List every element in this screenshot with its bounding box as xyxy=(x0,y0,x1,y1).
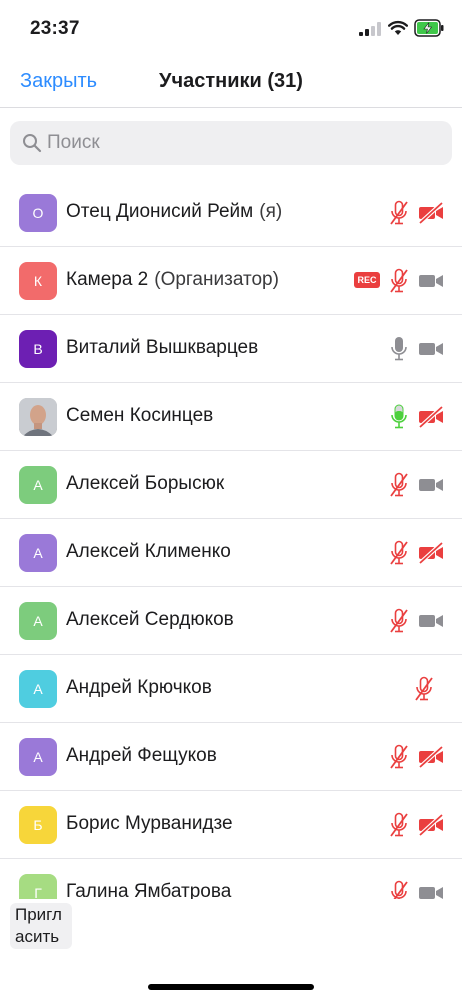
avatar: О xyxy=(19,194,57,232)
mic-muted-icon[interactable] xyxy=(389,267,409,295)
avatar: А xyxy=(19,534,57,572)
video-camera-icon[interactable] xyxy=(417,881,445,899)
status-time: 23:37 xyxy=(30,18,80,39)
battery-charging-icon xyxy=(414,19,444,37)
participant-row[interactable]: К Камера 2 (Организатор) REC xyxy=(0,247,462,315)
mic-muted-icon[interactable] xyxy=(389,199,409,227)
avatar: А xyxy=(19,602,57,640)
participant-list: О Отец Дионисий Рейм (я) К Камера 2 (Организа… xyxy=(0,179,462,899)
participant-row[interactable]: О Отец Дионисий Рейм (я) xyxy=(0,179,462,247)
participant-name-text: Камера 2 xyxy=(66,269,149,290)
home-indicator xyxy=(148,984,314,990)
avatar: А xyxy=(19,738,57,776)
video-off-icon[interactable] xyxy=(417,745,445,769)
mic-muted-icon[interactable] xyxy=(389,607,409,635)
participant-row[interactable]: А Алексей Сердюков xyxy=(0,587,462,655)
avatar: В xyxy=(19,330,57,368)
video-off-icon[interactable] xyxy=(417,201,445,225)
participant-name: Борис Мурванидзе xyxy=(66,813,233,835)
page-title: Участники (31) xyxy=(159,70,303,92)
mic-muted-icon[interactable] xyxy=(414,675,434,703)
search-box[interactable] xyxy=(10,121,452,165)
participant-name: Андрей Фещуков xyxy=(66,745,217,767)
mic-icon[interactable] xyxy=(389,335,409,363)
participant-name-text: Отец Дионисий Рейм xyxy=(66,201,254,222)
participant-name-text: Алексей Сердюков xyxy=(66,609,234,630)
navigation-bar: Закрыть Участники (31) xyxy=(0,58,462,108)
avatar xyxy=(19,398,57,436)
mic-muted-icon[interactable] xyxy=(389,471,409,499)
participant-row[interactable]: Б Борис Мурванидзе xyxy=(0,791,462,859)
mic-speaking-icon[interactable] xyxy=(389,403,409,431)
mic-muted-icon[interactable] xyxy=(389,879,409,899)
video-off-icon[interactable] xyxy=(417,405,445,429)
wifi-icon xyxy=(388,20,408,35)
participant-name-text: Галина Ямбатрова xyxy=(66,881,232,899)
avatar: К xyxy=(19,262,57,300)
video-camera-icon[interactable] xyxy=(417,473,445,497)
video-camera-icon[interactable] xyxy=(417,609,445,633)
participant-role: (я) xyxy=(259,201,283,222)
status-bar: 23:37 xyxy=(0,0,462,58)
invite-button[interactable]: Пригл асить xyxy=(10,903,72,949)
participant-name: Семен Косинцев xyxy=(66,405,213,427)
participant-name-text: Андрей Крючков xyxy=(66,677,212,698)
search-input[interactable] xyxy=(47,121,437,165)
participant-name: Галина Ямбатрова xyxy=(66,881,231,899)
participant-name: Алексей Клименко xyxy=(66,541,231,563)
video-off-icon[interactable] xyxy=(417,541,445,565)
avatar: А xyxy=(19,670,57,708)
avatar: Б xyxy=(19,806,57,844)
participant-row[interactable]: В Виталий Вышкварцев xyxy=(0,315,462,383)
participant-row[interactable]: Г Галина Ямбатрова xyxy=(0,859,462,899)
participant-row[interactable]: А Алексей Клименко xyxy=(0,519,462,587)
participant-row[interactable]: А Алексей Борысюк xyxy=(0,451,462,519)
avatar: А xyxy=(19,466,57,504)
participant-name-text: Алексей Клименко xyxy=(66,541,231,562)
participant-role: (Организатор) xyxy=(154,269,279,290)
participant-name-text: Борис Мурванидзе xyxy=(66,813,233,834)
participant-name: Андрей Крючков xyxy=(66,677,212,699)
participant-name: Камера 2 (Организатор) xyxy=(66,269,279,291)
participant-row[interactable]: Семен Косинцев xyxy=(0,383,462,451)
video-camera-icon[interactable] xyxy=(417,337,445,361)
participant-name-text: Виталий Вышкварцев xyxy=(66,337,259,358)
participant-name-text: Семен Косинцев xyxy=(66,405,214,426)
participant-name-text: Алексей Борысюк xyxy=(66,473,225,494)
mic-muted-icon[interactable] xyxy=(389,811,409,839)
search-icon xyxy=(23,134,42,153)
participant-name: Алексей Сердюков xyxy=(66,609,234,631)
signal-icon xyxy=(359,22,381,36)
participant-name: Алексей Борысюк xyxy=(66,473,224,495)
participant-name: Виталий Вышкварцев xyxy=(66,337,258,359)
participant-name: Отец Дионисий Рейм (я) xyxy=(66,201,282,223)
video-camera-icon[interactable] xyxy=(417,269,445,293)
avatar: Г xyxy=(19,874,57,899)
recording-badge: REC xyxy=(354,272,380,288)
mic-muted-icon[interactable] xyxy=(389,743,409,771)
participant-row[interactable]: А Андрей Фещуков xyxy=(0,723,462,791)
participant-name-text: Андрей Фещуков xyxy=(66,745,217,766)
video-off-icon[interactable] xyxy=(417,813,445,837)
participant-row[interactable]: А Андрей Крючков xyxy=(0,655,462,723)
mic-muted-icon[interactable] xyxy=(389,539,409,567)
